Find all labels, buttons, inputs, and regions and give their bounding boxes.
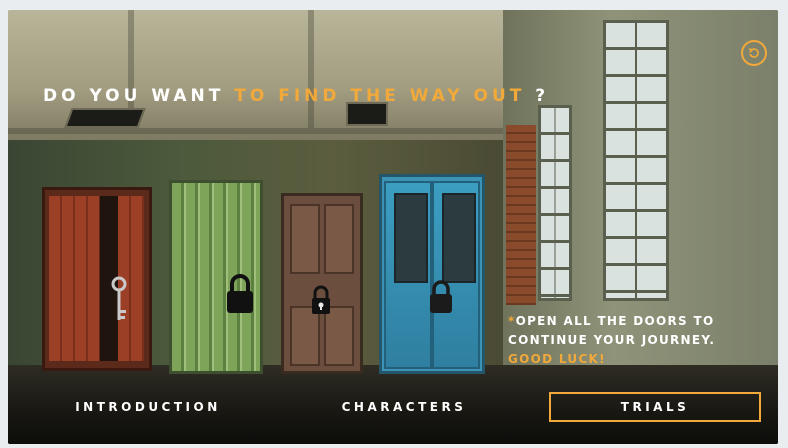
door-red[interactable] <box>42 187 152 371</box>
title-part-1: DO YOU WANT <box>43 86 235 106</box>
note-asterisk: * <box>508 314 516 328</box>
key-icon[interactable] <box>109 276 129 326</box>
padlock-locked-icon <box>227 274 253 313</box>
door-panel <box>290 204 320 274</box>
page-title: DO YOU WANT TO FIND THE WAY OUT ? <box>43 86 549 106</box>
ceiling-beam <box>8 128 508 134</box>
door-grille <box>394 193 428 283</box>
menu-introduction-button[interactable]: INTRODUCTION <box>48 392 248 422</box>
door-blue[interactable] <box>379 174 485 374</box>
instruction-note: *OPEN ALL THE DOORS TO CONTINUE YOUR JOU… <box>508 312 776 369</box>
window <box>603 20 669 301</box>
note-line-2: CONTINUE YOUR JOURNEY. <box>508 333 716 347</box>
menu-trials-button[interactable]: TRIALS <box>549 392 761 422</box>
back-button[interactable] <box>741 40 767 66</box>
window <box>538 105 572 301</box>
door-grille <box>442 193 476 283</box>
menu-characters-button[interactable]: CHARACTERS <box>304 392 504 422</box>
back-arrow-icon <box>748 47 759 58</box>
door-panel <box>324 204 354 274</box>
ceiling-beam <box>308 10 314 128</box>
game-scene: DO YOU WANT TO FIND THE WAY OUT ? *OPEN … <box>8 10 778 444</box>
door-brown[interactable] <box>281 193 363 374</box>
padlock-locked-icon <box>430 280 452 313</box>
title-part-2: ? <box>525 86 550 106</box>
title-accent: TO FIND THE WAY OUT <box>234 86 526 106</box>
door-leaf <box>49 196 99 361</box>
padlock-locked-icon <box>312 285 330 314</box>
brick-column <box>506 125 536 305</box>
note-line-1: OPEN ALL THE DOORS TO <box>515 314 715 328</box>
note-good-luck: GOOD LUCK! <box>508 352 606 366</box>
door-green[interactable] <box>169 180 263 374</box>
ceiling-hole <box>64 108 146 128</box>
